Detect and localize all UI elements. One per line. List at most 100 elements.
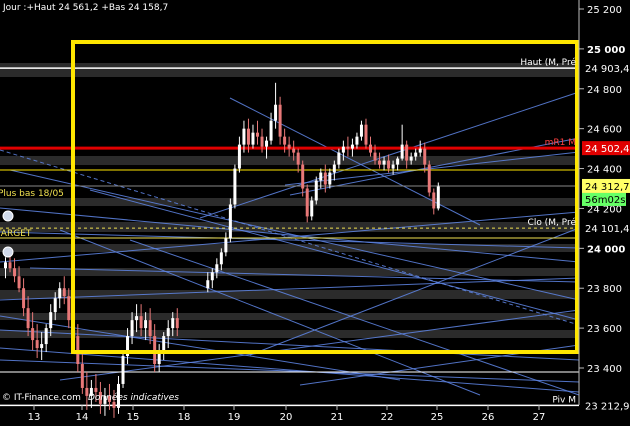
price-band [0, 290, 579, 299]
y-tick-label: 24 400 [587, 165, 622, 176]
candle-body [364, 124, 368, 145]
candle-body [4, 262, 7, 269]
x-tick-label: 19 [228, 412, 241, 422]
candle-body [373, 152, 377, 161]
price-badge-value: 24 903,4 [585, 64, 630, 75]
candle-body [22, 288, 26, 309]
candle-body [432, 192, 436, 209]
y-tick-label: 23 800 [587, 284, 622, 295]
candle-body [305, 188, 309, 217]
candle-body [62, 288, 66, 297]
x-tick-label: 13 [28, 412, 41, 422]
candle-body [382, 160, 386, 165]
candle-body [251, 132, 255, 145]
candle-body [378, 160, 382, 165]
level-name: Haut (M, Pré [520, 57, 576, 68]
candle-body [144, 320, 148, 329]
candle-body [139, 316, 143, 329]
y-tick-label: 25 000 [587, 45, 625, 56]
candle-body [162, 336, 166, 353]
candle-body [233, 168, 237, 205]
timer-text: 56m02s [585, 195, 625, 206]
candle-body [26, 308, 30, 329]
price-badge-value: 24 502,4 [585, 144, 630, 155]
candle-body [246, 128, 250, 145]
y-tick-label: 24 800 [587, 85, 622, 96]
candle-body [171, 318, 175, 329]
price-badge-value: 23 212,9 [585, 401, 630, 412]
x-tick-label: 14 [76, 412, 89, 422]
candle-body [350, 144, 354, 149]
y-tick-label: 24 200 [587, 204, 622, 215]
candle-body [332, 164, 336, 173]
candle-body [269, 120, 273, 141]
candle-body [80, 364, 84, 388]
candle-body [328, 172, 332, 185]
level-name: Clo (M, Pré [528, 217, 577, 228]
candle-body [49, 312, 53, 329]
plus-bas-annotation: Plus bas 18/05 [0, 189, 64, 199]
candle-body [53, 298, 57, 313]
price-badge-value: 24 101,4 [585, 224, 630, 235]
candle-body [359, 124, 363, 137]
candle-body [58, 288, 62, 299]
candle-body [17, 276, 21, 289]
candle-body [31, 328, 35, 341]
price-band [0, 198, 579, 206]
x-tick-label: 22 [381, 412, 394, 422]
candle-body [323, 172, 327, 185]
candle-body [228, 204, 232, 239]
candle-body [355, 136, 359, 145]
candle-body [13, 268, 17, 277]
y-tick-label: 23 400 [587, 364, 622, 375]
header-text: Jour :+Haut 24 561,2 +Bas 24 158,7 [2, 3, 168, 13]
candle-body [346, 146, 350, 149]
x-tick-label: 18 [178, 412, 191, 422]
candle-body [237, 144, 241, 169]
x-tick-label: 21 [331, 412, 344, 422]
candle-body [215, 264, 219, 273]
candle-body [67, 296, 71, 321]
candle-body [166, 328, 170, 337]
price-chart[interactable]: 25 200 25 000 24 800 24 600 24 400 24 200 24 0… [0, 0, 630, 423]
candle-body [405, 144, 409, 161]
alert-marker [2, 210, 14, 222]
candle-body [418, 148, 422, 153]
x-tick-label: 20 [280, 412, 293, 422]
chart-stage: 25 200 25 000 24 800 24 600 24 400 24 200 24 0… [0, 0, 630, 423]
price-band [0, 222, 579, 232]
candle-body [224, 238, 228, 253]
candle-body [260, 136, 264, 147]
candle-body [427, 164, 431, 193]
y-tick-label: 25 200 [587, 5, 622, 16]
candle-body [387, 160, 391, 169]
candle-body [135, 316, 139, 321]
price-band [0, 313, 579, 320]
candle-body [423, 148, 427, 165]
footer-note: Données indicatives [88, 392, 179, 403]
alert-marker [2, 246, 14, 258]
candle-body [396, 158, 400, 165]
candle-body [35, 340, 39, 349]
candle-body [310, 200, 314, 217]
candle-body [287, 144, 291, 149]
price-badge-value: 24 312,7 [585, 182, 630, 193]
candle-body [292, 148, 296, 153]
candle-body [44, 328, 48, 345]
y-tick-label: 24 600 [587, 125, 622, 136]
candle-body [436, 186, 440, 209]
target-annotation: TARGET [0, 229, 32, 239]
candle-body [256, 132, 259, 137]
candle-body [414, 152, 418, 157]
level-name: Piv M [552, 395, 576, 405]
candle-body [121, 356, 125, 384]
candle-body [391, 164, 395, 169]
x-tick-label: 27 [533, 412, 546, 422]
candle-body [130, 320, 134, 337]
candle-body [301, 164, 305, 189]
candle-body [265, 140, 269, 147]
price-band [0, 63, 579, 77]
level-name: mR1 M [545, 138, 576, 148]
candle-body [337, 152, 341, 165]
footer-credit: © IT-Finance.com [2, 393, 81, 403]
